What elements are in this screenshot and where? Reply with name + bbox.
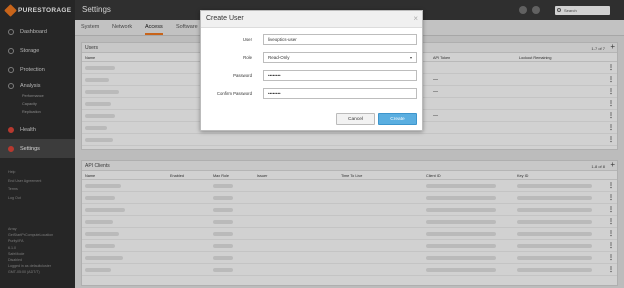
password-row: Password ••••••••: [201, 70, 424, 82]
dialog-title: Create User: [206, 15, 244, 22]
role-row: Role Read-Only: [201, 52, 424, 64]
password-label: Password: [233, 73, 252, 78]
confirm-password-row: Confirm Password ••••••••: [201, 88, 424, 100]
role-select[interactable]: Read-Only: [263, 52, 417, 63]
create-user-dialog: Create User × User liveoptics-user Role …: [200, 10, 423, 131]
cancel-button[interactable]: Cancel: [336, 113, 375, 125]
password-field[interactable]: ••••••••: [263, 70, 417, 81]
user-row: User liveoptics-user: [201, 34, 424, 46]
user-label: User: [242, 37, 252, 42]
chevron-down-icon: [410, 56, 412, 59]
user-field[interactable]: liveoptics-user: [263, 34, 417, 45]
role-label: Role: [243, 55, 252, 60]
close-icon[interactable]: ×: [413, 14, 418, 23]
confirm-password-field[interactable]: ••••••••: [263, 88, 417, 99]
dialog-header: Create User ×: [201, 11, 422, 28]
confirm-password-label: Confirm Password: [216, 91, 252, 96]
role-selected-value: Read-Only: [268, 55, 290, 60]
create-button[interactable]: Create: [378, 113, 417, 125]
